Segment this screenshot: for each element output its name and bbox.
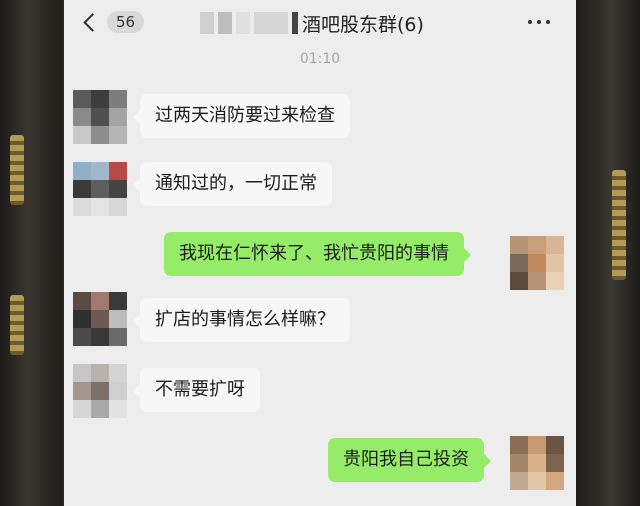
avatar[interactable] bbox=[73, 292, 127, 346]
avatar-pixel-block bbox=[109, 162, 127, 180]
avatar-pixel-block bbox=[73, 310, 91, 328]
chat-screen: 56 酒吧股东群(6) 01:10 过两天消防要过来检查 通知过的，一切正常 我… bbox=[64, 0, 576, 506]
avatar-pixel-block bbox=[91, 382, 109, 400]
group-title-row[interactable]: 酒吧股东群(6) bbox=[200, 10, 424, 36]
avatar-pixel-block bbox=[528, 254, 546, 272]
avatar-pixel-block bbox=[91, 400, 109, 418]
avatar-pixel-block bbox=[510, 254, 528, 272]
avatar-pixel-block bbox=[510, 236, 528, 254]
avatar-pixel-block bbox=[109, 310, 127, 328]
avatar-pixel-block bbox=[109, 126, 127, 144]
avatar-pixel-block bbox=[510, 436, 528, 454]
redacted-name-block bbox=[236, 12, 250, 34]
avatar-pixel-block bbox=[91, 126, 109, 144]
avatar-pixel-block bbox=[73, 90, 91, 108]
incoming-message-bubble[interactable]: 扩店的事情怎么样嘛？ bbox=[133, 298, 350, 342]
more-dots-icon bbox=[546, 20, 550, 24]
chevron-left-icon bbox=[83, 12, 102, 32]
avatar-pixel-block bbox=[109, 364, 127, 382]
avatar-pixel-block bbox=[73, 364, 91, 382]
avatar-pixel-block bbox=[73, 382, 91, 400]
avatar-pixel-block bbox=[91, 180, 109, 198]
back-button[interactable]: 56 bbox=[80, 8, 145, 36]
incoming-message-bubble[interactable]: 过两天消防要过来检查 bbox=[133, 94, 350, 138]
hinge-decoration bbox=[10, 135, 24, 205]
avatar-pixel-block bbox=[546, 454, 564, 472]
group-title: 酒吧股东群(6) bbox=[302, 13, 424, 36]
hinge-decoration bbox=[10, 295, 24, 355]
avatar-pixel-block bbox=[73, 108, 91, 126]
avatar-pixel-block bbox=[91, 310, 109, 328]
hinge-decoration bbox=[612, 170, 626, 280]
phone-bezel-right bbox=[576, 0, 640, 506]
message-timestamp: 01:10 bbox=[299, 51, 341, 67]
avatar[interactable] bbox=[73, 162, 127, 216]
more-dots-icon bbox=[528, 20, 532, 24]
redacted-name-block bbox=[254, 12, 288, 34]
avatar[interactable] bbox=[510, 236, 564, 290]
avatar-pixel-block bbox=[73, 162, 91, 180]
avatar-pixel-block bbox=[109, 328, 127, 346]
avatar-pixel-block bbox=[109, 90, 127, 108]
avatar-pixel-block bbox=[73, 328, 91, 346]
unread-count-badge: 56 bbox=[107, 11, 145, 33]
avatar-pixel-block bbox=[73, 180, 91, 198]
avatar-pixel-block bbox=[528, 454, 546, 472]
avatar[interactable] bbox=[73, 90, 127, 144]
more-dots-icon bbox=[537, 20, 541, 24]
avatar-pixel-block bbox=[510, 272, 528, 290]
avatar-pixel-block bbox=[109, 108, 127, 126]
avatar-pixel-block bbox=[528, 472, 546, 490]
avatar-pixel-block bbox=[510, 454, 528, 472]
avatar-pixel-block bbox=[546, 254, 564, 272]
redacted-name-block bbox=[200, 12, 214, 34]
avatar-pixel-block bbox=[109, 400, 127, 418]
avatar[interactable] bbox=[73, 364, 127, 418]
outgoing-message-bubble[interactable]: 我现在仁怀来了、我忙贵阳的事情 bbox=[164, 232, 471, 276]
avatar-pixel-block bbox=[91, 108, 109, 126]
avatar-pixel-block bbox=[91, 328, 109, 346]
avatar-pixel-block bbox=[546, 272, 564, 290]
avatar-pixel-block bbox=[109, 382, 127, 400]
avatar-pixel-block bbox=[91, 292, 109, 310]
avatar-pixel-block bbox=[546, 472, 564, 490]
avatar-pixel-block bbox=[109, 198, 127, 216]
avatar-pixel-block bbox=[91, 90, 109, 108]
avatar-pixel-block bbox=[546, 236, 564, 254]
more-options-button[interactable] bbox=[528, 14, 554, 30]
chat-header: 56 酒吧股东群(6) bbox=[64, 0, 576, 46]
avatar-pixel-block bbox=[546, 436, 564, 454]
avatar-pixel-block bbox=[73, 126, 91, 144]
avatar-pixel-block bbox=[109, 180, 127, 198]
avatar-pixel-block bbox=[73, 198, 91, 216]
avatar-pixel-block bbox=[73, 400, 91, 418]
avatar-pixel-block bbox=[73, 292, 91, 310]
redacted-name-block bbox=[292, 12, 298, 34]
incoming-message-bubble[interactable]: 不需要扩呀 bbox=[133, 368, 260, 412]
avatar-pixel-block bbox=[528, 236, 546, 254]
avatar-pixel-block bbox=[528, 436, 546, 454]
avatar-pixel-block bbox=[510, 472, 528, 490]
avatar[interactable] bbox=[510, 436, 564, 490]
avatar-pixel-block bbox=[528, 272, 546, 290]
redacted-name-block bbox=[218, 12, 232, 34]
avatar-pixel-block bbox=[91, 198, 109, 216]
outgoing-message-bubble[interactable]: 贵阳我自己投资 bbox=[328, 438, 491, 482]
phone-bezel-left bbox=[0, 0, 62, 506]
avatar-pixel-block bbox=[91, 364, 109, 382]
avatar-pixel-block bbox=[109, 292, 127, 310]
avatar-pixel-block bbox=[91, 162, 109, 180]
incoming-message-bubble[interactable]: 通知过的，一切正常 bbox=[133, 162, 332, 206]
